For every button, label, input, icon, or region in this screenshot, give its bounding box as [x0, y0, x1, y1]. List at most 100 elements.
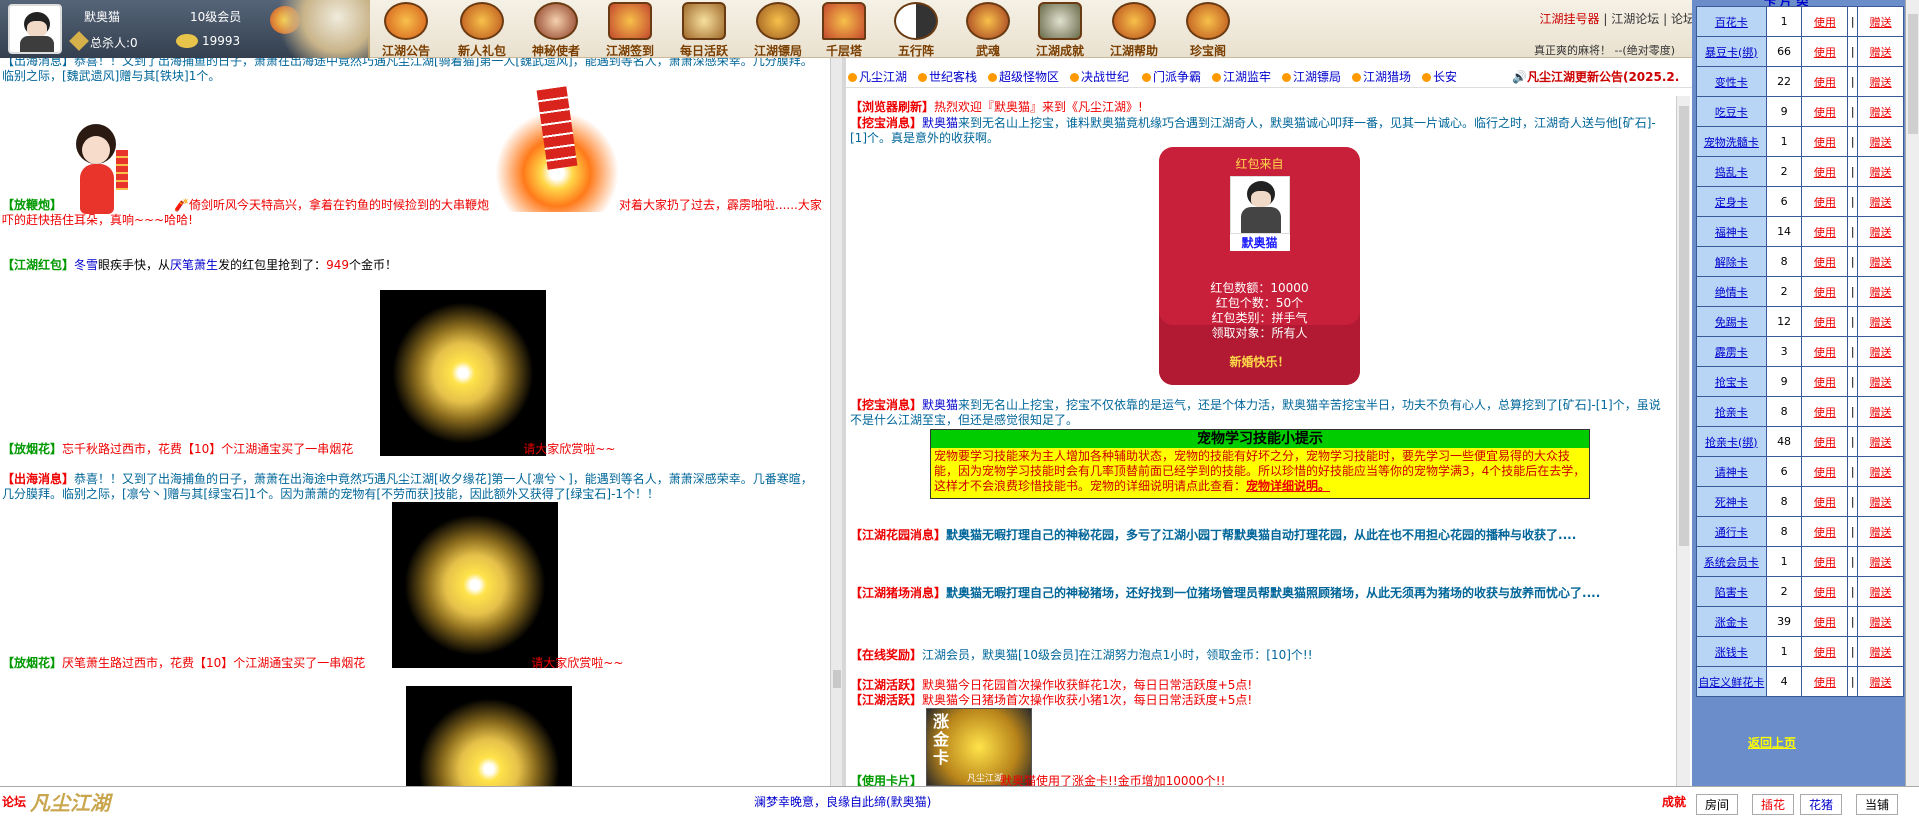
tab-monster-zone[interactable]: 超级怪物区 — [988, 68, 1059, 85]
card-name[interactable]: 自定义鲜花卡 — [1696, 666, 1767, 697]
nav-five-elements[interactable]: 五行阵 — [880, 2, 952, 58]
card-give-button[interactable]: 赠送 — [1857, 426, 1904, 457]
card-use-button[interactable]: 使用 — [1801, 216, 1849, 247]
card-give-button[interactable]: 赠送 — [1857, 516, 1904, 547]
card-use-button[interactable]: 使用 — [1801, 486, 1849, 517]
card-use-button[interactable]: 使用 — [1801, 606, 1849, 637]
card-use-button[interactable]: 使用 — [1801, 636, 1849, 667]
card-use-button[interactable]: 使用 — [1801, 306, 1849, 337]
card-use-button[interactable]: 使用 — [1801, 576, 1849, 607]
card-use-button[interactable]: 使用 — [1801, 666, 1849, 697]
card-give-button[interactable]: 赠送 — [1857, 306, 1904, 337]
card-name[interactable]: 系统会员卡 — [1696, 546, 1767, 577]
card-name[interactable]: 定身卡 — [1696, 186, 1767, 217]
nav-help[interactable]: 江湖帮助 — [1098, 2, 1170, 58]
card-name[interactable]: 请神卡 — [1696, 456, 1767, 487]
tab-sect-war[interactable]: 门派争霸 — [1142, 68, 1201, 85]
nav-mystery-envoy[interactable]: 神秘使者 — [520, 2, 592, 58]
tab-hunting[interactable]: 江湖猎场 — [1352, 68, 1411, 85]
tab-century-inn[interactable]: 世纪客栈 — [918, 68, 977, 85]
card-name[interactable]: 免踢卡 — [1696, 306, 1767, 337]
nav-tower[interactable]: 千层塔 — [808, 2, 880, 58]
card-give-button[interactable]: 赠送 — [1857, 576, 1904, 607]
card-use-button[interactable]: 使用 — [1801, 456, 1849, 487]
card-use-button[interactable]: 使用 — [1801, 36, 1849, 67]
tab-changan[interactable]: 长安 — [1422, 68, 1457, 85]
card-give-button[interactable]: 赠送 — [1857, 216, 1904, 247]
card-give-button[interactable]: 赠送 — [1857, 546, 1904, 577]
card-give-button[interactable]: 赠送 — [1857, 636, 1904, 667]
card-give-button[interactable]: 赠送 — [1857, 396, 1904, 427]
nav-sign-in[interactable]: 江湖签到 — [594, 2, 666, 58]
tab-room[interactable]: 房间 — [1696, 794, 1739, 815]
card-name[interactable]: 涨钱卡 — [1696, 636, 1767, 667]
card-use-button[interactable]: 使用 — [1801, 126, 1849, 157]
nav-achievement[interactable]: 江湖成就 — [1024, 2, 1096, 58]
tab-pawnshop[interactable]: 当铺 — [1856, 794, 1899, 815]
right-scrollbar[interactable] — [1905, 0, 1919, 786]
nav-daily-active[interactable]: 每日活跃 — [668, 2, 740, 58]
card-give-button[interactable]: 赠送 — [1857, 606, 1904, 637]
card-give-button[interactable]: 赠送 — [1857, 456, 1904, 487]
card-name[interactable]: 解除卡 — [1696, 246, 1767, 277]
tab-fanchen[interactable]: 凡尘江湖 — [848, 68, 907, 85]
card-name[interactable]: 捣乱卡 — [1696, 156, 1767, 187]
card-use-button[interactable]: 使用 — [1801, 336, 1849, 367]
card-name[interactable]: 绝情卡 — [1696, 276, 1767, 307]
card-name[interactable]: 百花卡 — [1696, 6, 1767, 37]
card-use-button[interactable]: 使用 — [1801, 546, 1849, 577]
card-give-button[interactable]: 赠送 — [1857, 156, 1904, 187]
card-name[interactable]: 宠物洗髓卡 — [1696, 126, 1767, 157]
nav-escort[interactable]: 江湖镖局 — [742, 2, 814, 58]
card-use-button[interactable]: 使用 — [1801, 246, 1849, 277]
card-name[interactable]: 抢亲卡 — [1696, 396, 1767, 427]
card-name[interactable]: 通行卡 — [1696, 516, 1767, 547]
card-give-button[interactable]: 赠送 — [1857, 96, 1904, 127]
tab-prison[interactable]: 江湖监牢 — [1212, 68, 1271, 85]
nav-treasure[interactable]: 珍宝阁 — [1172, 2, 1244, 58]
card-use-button[interactable]: 使用 — [1801, 426, 1849, 457]
card-name[interactable]: 抢宝卡 — [1696, 366, 1767, 397]
card-use-button[interactable]: 使用 — [1801, 276, 1849, 307]
card-name[interactable]: 福神卡 — [1696, 216, 1767, 247]
card-give-button[interactable]: 赠送 — [1857, 246, 1904, 277]
card-give-button[interactable]: 赠送 — [1857, 486, 1904, 517]
card-give-button[interactable]: 赠送 — [1857, 666, 1904, 697]
card-give-button[interactable]: 赠送 — [1857, 36, 1904, 67]
card-use-button[interactable]: 使用 — [1801, 516, 1849, 547]
center-scrollbar[interactable] — [1676, 96, 1690, 786]
tab-flower-pig[interactable]: 花猪 — [1800, 794, 1843, 815]
card-name[interactable]: 霹雳卡 — [1696, 336, 1767, 367]
card-give-button[interactable]: 赠送 — [1857, 6, 1904, 37]
pet-detail-link[interactable]: 宠物详细说明。 — [1246, 479, 1330, 493]
card-name[interactable]: 陷害卡 — [1696, 576, 1767, 607]
card-give-button[interactable]: 赠送 — [1857, 186, 1904, 217]
card-use-button[interactable]: 使用 — [1801, 156, 1849, 187]
card-name[interactable]: 吃豆卡 — [1696, 96, 1767, 127]
card-give-button[interactable]: 赠送 — [1857, 366, 1904, 397]
achievement-link[interactable]: 成就 — [1662, 793, 1686, 810]
card-use-button[interactable]: 使用 — [1801, 96, 1849, 127]
card-give-button[interactable]: 赠送 — [1857, 66, 1904, 97]
link-forum[interactable]: 江湖论坛 — [1611, 12, 1659, 26]
card-use-button[interactable]: 使用 — [1801, 186, 1849, 217]
avatar[interactable] — [8, 4, 62, 54]
tab-duel-century[interactable]: 决战世纪 — [1070, 68, 1129, 85]
card-name[interactable]: 暴豆卡(绑) — [1696, 36, 1767, 67]
card-give-button[interactable]: 赠送 — [1857, 336, 1904, 367]
link-guaji[interactable]: 江湖挂号器 — [1540, 12, 1600, 26]
card-name[interactable]: 抢亲卡(绑) — [1696, 426, 1767, 457]
return-link[interactable]: 返回上页 — [1748, 734, 1796, 751]
update-announcement[interactable]: 🔊凡尘江湖更新公告(2025.2. — [1512, 68, 1679, 85]
nav-announcement[interactable]: 江湖公告 — [370, 2, 442, 58]
card-name[interactable]: 变性卡 — [1696, 66, 1767, 97]
nav-newbie-gift[interactable]: 新人礼包 — [446, 2, 518, 58]
card-use-button[interactable]: 使用 — [1801, 66, 1849, 97]
nav-martial-soul[interactable]: 武魂 — [952, 2, 1024, 58]
card-give-button[interactable]: 赠送 — [1857, 276, 1904, 307]
tab-escort[interactable]: 江湖镖局 — [1282, 68, 1341, 85]
card-name[interactable]: 死神卡 — [1696, 486, 1767, 517]
card-use-button[interactable]: 使用 — [1801, 366, 1849, 397]
tab-flower[interactable]: 插花 — [1752, 794, 1795, 815]
forum-link[interactable]: 论坛 — [2, 793, 26, 810]
